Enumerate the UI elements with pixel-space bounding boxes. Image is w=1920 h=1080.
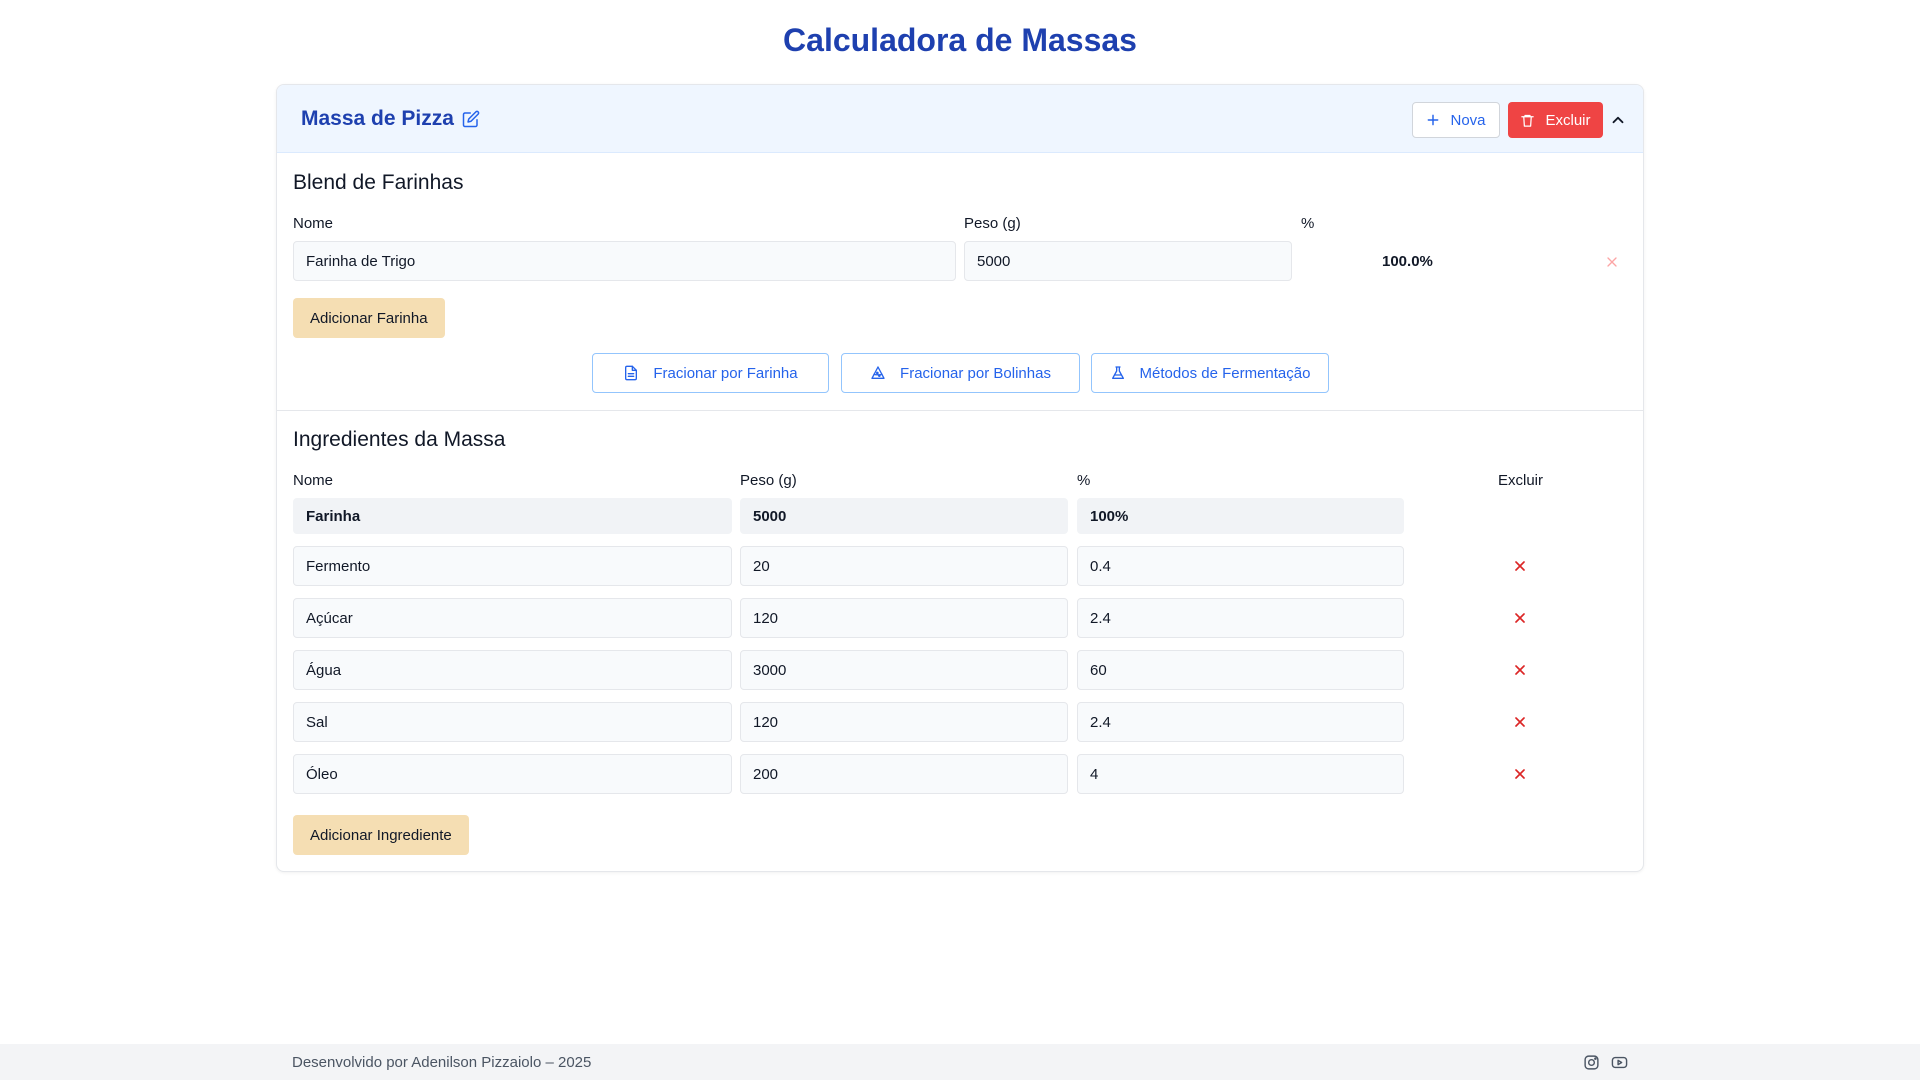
remove-ingredient-icon[interactable] [1512, 610, 1528, 626]
page-title: Calculadora de Massas [783, 22, 1137, 58]
ingredient-name-input[interactable] [293, 650, 732, 690]
add-flour-button[interactable]: Adicionar Farinha [293, 298, 445, 338]
base-flour-percent [1077, 498, 1404, 534]
base-flour-name [293, 498, 732, 534]
base-flour-weight [740, 498, 1068, 534]
flour-col-weight: Peso (g) [964, 215, 1021, 232]
ingredient-weight-input[interactable] [740, 598, 1068, 638]
split-by-balls-label: Fracionar por Bolinhas [900, 364, 1051, 382]
ingredients-col-weight: Peso (g) [740, 472, 797, 489]
flour-col-percent: % [1301, 215, 1315, 232]
split-by-balls-button[interactable]: Fracionar por Bolinhas [841, 353, 1080, 393]
pizza-icon [871, 366, 885, 379]
ingredients-col-delete: Excluir [1498, 472, 1544, 489]
add-ingredient-button[interactable]: Adicionar Ingrediente [293, 815, 469, 855]
recipe-name: Massa de Pizza [301, 107, 480, 131]
ingredient-weight-input[interactable] [740, 546, 1068, 586]
flour-percent: 100.0% [1382, 253, 1433, 270]
ingredient-percent-input[interactable] [1077, 702, 1404, 742]
ingredient-weight-input[interactable] [740, 702, 1068, 742]
recipe-card: Massa de Pizza Nova Excluir Blend de Far… [276, 84, 1644, 872]
flour-col-name: Nome [293, 215, 334, 232]
edit-icon[interactable] [462, 110, 480, 128]
chevron-up-icon[interactable] [1609, 111, 1627, 129]
new-recipe-label: Nova [1450, 111, 1486, 129]
ingredient-name-input[interactable] [293, 598, 732, 638]
remove-ingredient-icon[interactable] [1512, 662, 1528, 678]
ingredient-weight-input[interactable] [740, 650, 1068, 690]
ingredient-percent-input[interactable] [1077, 598, 1404, 638]
ingredient-percent-input[interactable] [1077, 546, 1404, 586]
new-recipe-button[interactable]: Nova [1412, 102, 1500, 138]
recipe-name-text: Massa de Pizza [301, 107, 454, 130]
footer-text: Desenvolvido por Adenilson Pizzaiolo – 2… [292, 1054, 592, 1071]
document-icon [625, 365, 638, 381]
youtube-icon[interactable] [1611, 1054, 1628, 1071]
fermentation-methods-label: Métodos de Fermentação [1139, 364, 1311, 382]
split-by-flour-button[interactable]: Fracionar por Farinha [592, 353, 829, 393]
split-by-flour-label: Fracionar por Farinha [653, 364, 798, 382]
remove-flour-icon[interactable] [1604, 254, 1620, 270]
ingredients-title: Ingredientes da Massa [293, 428, 506, 451]
delete-recipe-label: Excluir [1545, 111, 1591, 129]
flour-name-input[interactable] [293, 241, 956, 281]
instagram-icon[interactable] [1583, 1054, 1600, 1071]
remove-ingredient-icon[interactable] [1512, 714, 1528, 730]
flour-blend-title: Blend de Farinhas [293, 171, 464, 194]
ingredient-name-input[interactable] [293, 702, 732, 742]
ingredients-col-percent: % [1077, 472, 1091, 489]
footer: Desenvolvido por Adenilson Pizzaiolo – 2… [0, 1044, 1920, 1080]
recipe-header: Massa de Pizza Nova Excluir [277, 85, 1643, 153]
delete-recipe-button[interactable]: Excluir [1508, 102, 1603, 138]
remove-ingredient-icon[interactable] [1512, 558, 1528, 574]
ingredients-col-name: Nome [293, 472, 334, 489]
plus-icon [1428, 114, 1439, 126]
ingredient-name-input[interactable] [293, 546, 732, 586]
fermentation-methods-button[interactable]: Métodos de Fermentação [1091, 353, 1329, 393]
ingredient-weight-input[interactable] [740, 754, 1068, 794]
flour-weight-input[interactable] [964, 241, 1292, 281]
ingredient-percent-input[interactable] [1077, 754, 1404, 794]
remove-ingredient-icon[interactable] [1512, 766, 1528, 782]
ingredient-percent-input[interactable] [1077, 650, 1404, 690]
flask-icon [1111, 366, 1124, 379]
trash-icon [1521, 114, 1535, 127]
section-divider [277, 410, 1643, 411]
ingredient-name-input[interactable] [293, 754, 732, 794]
